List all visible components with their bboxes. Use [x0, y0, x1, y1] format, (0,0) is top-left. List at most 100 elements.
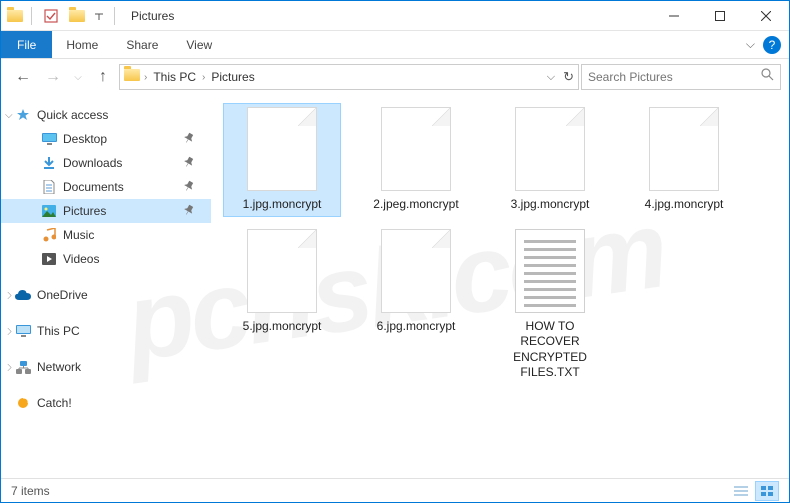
cloud-icon — [15, 287, 31, 303]
downloads-icon — [41, 155, 57, 171]
pictures-icon — [41, 203, 57, 219]
file-thumbnail — [243, 107, 321, 193]
separator — [31, 7, 32, 25]
blank-file-icon — [649, 107, 719, 191]
explorer-icon — [7, 8, 23, 24]
sidebar-item-downloads[interactable]: Downloads — [1, 151, 211, 175]
pin-icon — [180, 179, 195, 195]
nav-quick-access[interactable]: ⌵ Quick access — [1, 103, 211, 127]
sidebar-item-label: Desktop — [63, 132, 107, 146]
search-input[interactable] — [588, 70, 761, 84]
address-dropdown-icon[interactable]: ⌵ — [547, 71, 555, 84]
file-thumbnail — [243, 229, 321, 315]
minimize-button[interactable] — [651, 1, 697, 31]
view-switcher — [729, 481, 779, 501]
ribbon-tab-share[interactable]: Share — [112, 31, 172, 58]
ribbon-right: ⌵ ? — [746, 31, 789, 58]
pin-icon — [180, 203, 195, 219]
breadcrumb-pictures[interactable]: Pictures — [209, 70, 256, 84]
file-thumbnail — [511, 107, 589, 193]
sidebar-item-documents[interactable]: Documents — [1, 175, 211, 199]
pc-icon — [15, 323, 31, 339]
ribbon-tab-home[interactable]: Home — [52, 31, 112, 58]
search-box[interactable] — [581, 64, 781, 90]
nav-label: Network — [37, 360, 81, 374]
details-view-button[interactable] — [729, 481, 753, 501]
nav-catch[interactable]: Catch! — [1, 391, 211, 415]
file-item[interactable]: 1.jpg.moncrypt — [223, 103, 341, 217]
music-icon — [41, 227, 57, 243]
file-item[interactable]: 5.jpg.moncrypt — [223, 225, 341, 385]
chevron-right-icon[interactable]: › — [144, 72, 147, 83]
qat-properties-icon[interactable] — [40, 5, 62, 27]
sidebar-item-music[interactable]: Music — [1, 223, 211, 247]
blank-file-icon — [515, 107, 585, 191]
file-item[interactable]: 2.jpeg.moncrypt — [357, 103, 475, 217]
sidebar-item-videos[interactable]: Videos — [1, 247, 211, 271]
file-item[interactable]: 6.jpg.moncrypt — [357, 225, 475, 385]
nav-forward-button[interactable]: → — [39, 63, 67, 91]
file-name: 1.jpg.moncrypt — [243, 197, 322, 213]
content-area[interactable]: 1.jpg.moncrypt 2.jpeg.moncrypt 3.jpg.moncr… — [211, 95, 789, 477]
nav-this-pc[interactable]: ⌵ This PC — [1, 319, 211, 343]
file-name: 4.jpg.moncrypt — [645, 197, 724, 213]
address-folder-icon — [124, 68, 140, 86]
sidebar-item-desktop[interactable]: Desktop — [1, 127, 211, 151]
file-item[interactable]: 4.jpg.moncrypt — [625, 103, 743, 217]
qat-customize-icon[interactable] — [92, 5, 106, 27]
blank-file-icon — [381, 229, 451, 313]
nav-group-catch: Catch! — [1, 391, 211, 415]
refresh-icon[interactable]: ↻ — [563, 69, 574, 85]
ribbon-expand-icon[interactable]: ⌵ — [746, 37, 755, 52]
file-item[interactable]: HOW TO RECOVER ENCRYPTED FILES.TXT — [491, 225, 609, 385]
icons-view-button[interactable] — [755, 481, 779, 501]
nav-onedrive[interactable]: ⌵ OneDrive — [1, 283, 211, 307]
nav-up-button[interactable]: ↑ — [89, 63, 117, 91]
network-icon — [15, 359, 31, 375]
status-bar: 7 items — [1, 478, 789, 502]
sidebar-item-pictures[interactable]: Pictures — [1, 199, 211, 223]
desktop-icon — [41, 131, 57, 147]
chevron-right-icon[interactable]: ⌵ — [3, 327, 14, 335]
blank-file-icon — [247, 107, 317, 191]
window-controls — [651, 1, 789, 31]
nav-back-button[interactable]: ← — [9, 63, 37, 91]
chevron-right-icon[interactable]: › — [202, 72, 205, 83]
file-name: HOW TO RECOVER ENCRYPTED FILES.TXT — [495, 319, 605, 381]
nav-label: This PC — [37, 324, 80, 338]
nav-label: Catch! — [37, 396, 72, 410]
ribbon-tab-view[interactable]: View — [172, 31, 226, 58]
blank-file-icon — [381, 107, 451, 191]
nav-group-quick-access: ⌵ Quick access Desktop Downloads Documents… — [1, 103, 211, 271]
chevron-right-icon[interactable]: ⌵ — [3, 363, 14, 371]
qat-newfolder-icon[interactable] — [66, 5, 88, 27]
address-bar[interactable]: › This PC › Pictures ⌵ ↻ — [119, 64, 579, 90]
file-item[interactable]: 3.jpg.moncrypt — [491, 103, 609, 217]
nav-network[interactable]: ⌵ Network — [1, 355, 211, 379]
close-button[interactable] — [743, 1, 789, 31]
help-icon[interactable]: ? — [763, 36, 781, 54]
maximize-button[interactable] — [697, 1, 743, 31]
address-right: ⌵ ↻ — [547, 69, 574, 85]
sidebar-item-label: Downloads — [63, 156, 122, 170]
search-icon[interactable] — [761, 68, 774, 86]
sidebar-item-label: Pictures — [63, 204, 106, 218]
address-bar-row: ← → ⌵ ↑ › This PC › Pictures ⌵ ↻ — [1, 59, 789, 95]
chevron-down-icon[interactable]: ⌵ — [5, 110, 13, 121]
nav-recent-dropdown[interactable]: ⌵ — [69, 63, 87, 91]
text-file-icon — [515, 229, 585, 313]
sidebar-item-label: Documents — [63, 180, 124, 194]
ribbon-file-tab[interactable]: File — [1, 31, 52, 58]
breadcrumb-thispc[interactable]: This PC — [151, 70, 198, 84]
documents-icon — [41, 179, 57, 195]
file-name: 5.jpg.moncrypt — [243, 319, 322, 335]
blank-file-icon — [247, 229, 317, 313]
sidebar-item-label: Music — [63, 228, 94, 242]
chevron-right-icon[interactable]: ⌵ — [3, 291, 14, 299]
window-title: Pictures — [131, 9, 174, 23]
file-thumbnail — [377, 107, 455, 193]
titlebar: Pictures — [1, 1, 789, 31]
file-name: 2.jpeg.moncrypt — [373, 197, 458, 213]
nav-label: Quick access — [37, 108, 108, 122]
ribbon: File Home Share View ⌵ ? — [1, 31, 789, 59]
